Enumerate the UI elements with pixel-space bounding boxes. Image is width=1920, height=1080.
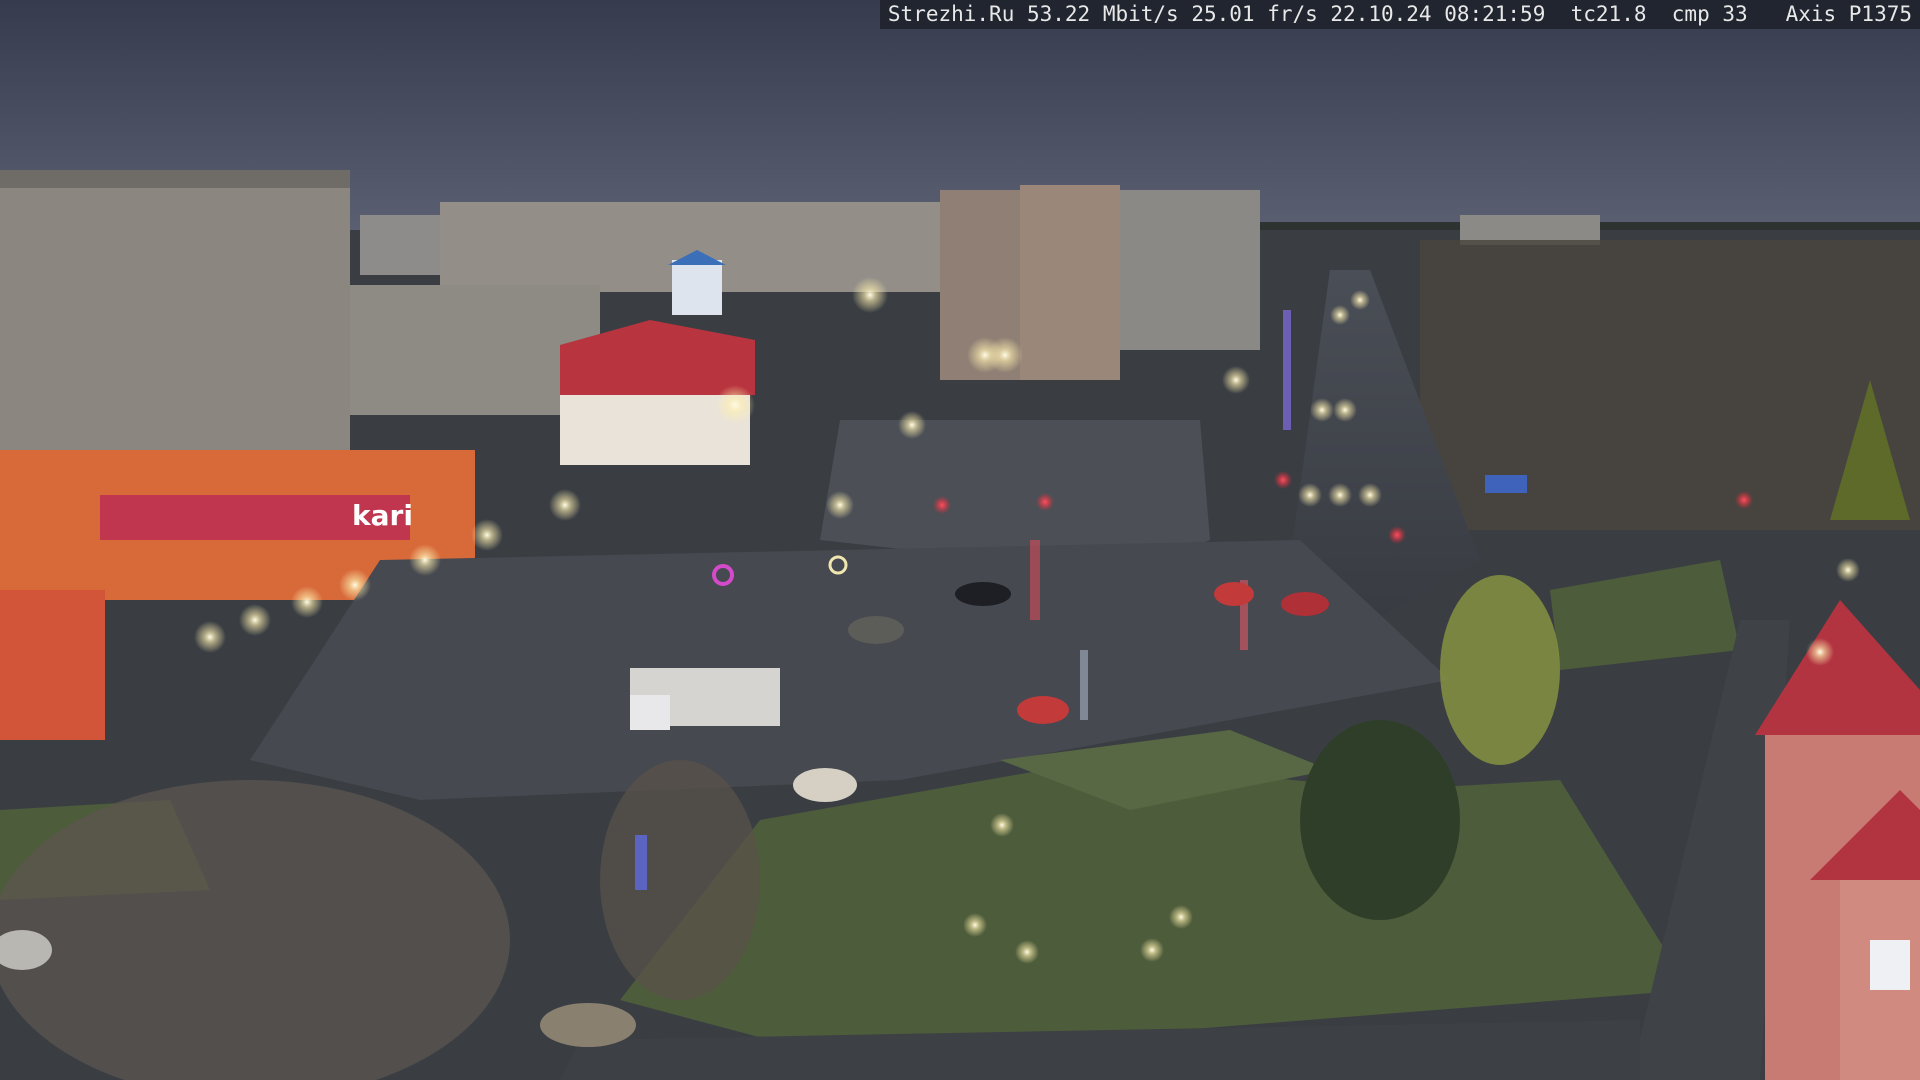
road-reflection bbox=[1030, 540, 1040, 620]
evergreen-tree-foreground bbox=[1300, 720, 1460, 920]
store-sign-text: kari bbox=[352, 499, 413, 532]
car bbox=[793, 768, 857, 802]
webcam-scene: kari bbox=[0, 0, 1920, 1080]
camera-info-overlay: Strezhi.Ru 53.22 Mbit/s 25.01 fr/s 22.10… bbox=[879, 0, 1920, 29]
holiday-lights-tree bbox=[635, 835, 647, 890]
birch-tree bbox=[1440, 575, 1560, 765]
blue-roof-tower bbox=[672, 260, 722, 315]
plaza bbox=[820, 420, 1210, 560]
